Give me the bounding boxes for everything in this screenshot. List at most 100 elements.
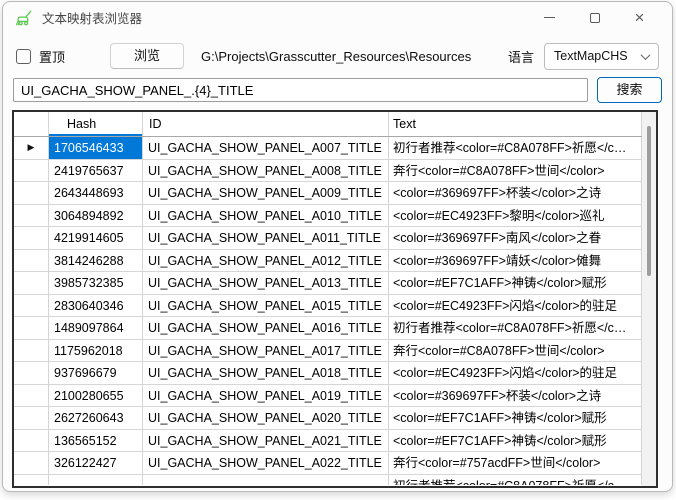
row-selector-cell[interactable] <box>14 362 49 384</box>
text-cell[interactable]: <color=#EF7C1AFF>神铸</color>赋形 <box>389 430 642 452</box>
text-cell[interactable]: <color=#369697FF>靖妖</color>傩舞 <box>389 250 642 272</box>
row-selector-cell[interactable] <box>14 430 49 452</box>
checkbox-box[interactable] <box>16 49 31 64</box>
id-cell[interactable]: UI_GACHA_SHOW_PANEL_A018_TITLE <box>143 362 389 384</box>
id-cell[interactable]: UI_GACHA_SHOW_PANEL_A017_TITLE <box>143 340 389 362</box>
text-cell[interactable]: <color=#EF7C1AFF>神铸</color>赋形 <box>389 407 642 429</box>
table-row[interactable]: 4219914605 UI_GACHA_SHOW_PANEL_A011_TITL… <box>14 227 656 250</box>
text-cell[interactable]: 奔行<color=#757acdFF>世间</color> <box>389 452 642 474</box>
hash-cell[interactable]: 3985732385 <box>49 272 143 294</box>
scrollbar-thumb[interactable] <box>647 126 651 276</box>
text-cell[interactable]: 初行者推荐<color=#C8A078FF>祈愿</c… <box>389 475 642 485</box>
hash-cell[interactable] <box>49 475 143 485</box>
row-selector-cell[interactable] <box>14 452 49 474</box>
column-header-hash[interactable]: Hash <box>49 112 143 136</box>
minimize-button[interactable] <box>527 2 572 33</box>
row-selector-cell[interactable] <box>14 385 49 407</box>
hash-cell[interactable]: 3814246288 <box>49 250 143 272</box>
table-row[interactable]: 1489097864 UI_GACHA_SHOW_PANEL_A016_TITL… <box>14 317 656 340</box>
id-cell[interactable]: UI_GACHA_SHOW_PANEL_A010_TITLE <box>143 205 389 227</box>
row-selector-cell[interactable] <box>14 160 49 182</box>
hash-cell[interactable]: 2830640346 <box>49 295 143 317</box>
id-cell[interactable]: UI_GACHA_SHOW_PANEL_A020_TITLE <box>143 407 389 429</box>
table-row[interactable]: 3064894892 UI_GACHA_SHOW_PANEL_A010_TITL… <box>14 205 656 228</box>
grasscutter-logo-icon <box>14 8 34 28</box>
search-input[interactable] <box>13 78 588 102</box>
table-row[interactable]: ▶ 1706546433 UI_GACHA_SHOW_PANEL_A007_TI… <box>14 137 656 160</box>
row-selector-cell[interactable] <box>14 272 49 294</box>
browse-button[interactable]: 浏览 <box>110 43 184 69</box>
text-cell[interactable]: 奔行<color=#C8A078FF>世间</color> <box>389 340 642 362</box>
table-row[interactable]: 2643448693 UI_GACHA_SHOW_PANEL_A009_TITL… <box>14 182 656 205</box>
id-cell[interactable]: UI_GACHA_SHOW_PANEL_A016_TITLE <box>143 317 389 339</box>
close-button[interactable]: × <box>617 2 662 33</box>
hash-cell[interactable]: 4219914605 <box>49 227 143 249</box>
hash-cell[interactable]: 1489097864 <box>49 317 143 339</box>
row-selector-cell[interactable] <box>14 407 49 429</box>
id-cell[interactable] <box>143 475 389 485</box>
row-selector-cell[interactable] <box>14 475 49 485</box>
column-header-id[interactable]: ID <box>143 112 389 136</box>
id-cell[interactable]: UI_GACHA_SHOW_PANEL_A008_TITLE <box>143 160 389 182</box>
table-row[interactable]: 2627260643 UI_GACHA_SHOW_PANEL_A020_TITL… <box>14 407 656 430</box>
toolbar: 置顶 浏览 G:\Projects\Grasscutter_Resources\… <box>3 42 672 70</box>
column-header-text[interactable]: Text <box>389 112 642 136</box>
hash-cell[interactable]: 326122427 <box>49 452 143 474</box>
hash-cell[interactable]: 1175962018 <box>49 340 143 362</box>
table-header: Hash ID Text <box>14 112 656 137</box>
id-cell[interactable]: UI_GACHA_SHOW_PANEL_A019_TITLE <box>143 385 389 407</box>
row-selector-cell[interactable]: ▶ <box>14 137 49 159</box>
text-cell[interactable]: <color=#EC4923FF>闪焰</color>的驻足 <box>389 295 642 317</box>
table-row[interactable]: 3814246288 UI_GACHA_SHOW_PANEL_A012_TITL… <box>14 250 656 273</box>
row-selector-cell[interactable] <box>14 227 49 249</box>
text-cell[interactable]: <color=#EC4923FF>闪焰</color>的驻足 <box>389 362 642 384</box>
table-row[interactable]: 2419765637 UI_GACHA_SHOW_PANEL_A008_TITL… <box>14 160 656 183</box>
search-button[interactable]: 搜索 <box>597 77 662 103</box>
table-row[interactable]: 136565152 UI_GACHA_SHOW_PANEL_A021_TITLE… <box>14 430 656 453</box>
id-cell[interactable]: UI_GACHA_SHOW_PANEL_A011_TITLE <box>143 227 389 249</box>
hash-cell[interactable]: 2419765637 <box>49 160 143 182</box>
table-row[interactable]: 2830640346 UI_GACHA_SHOW_PANEL_A015_TITL… <box>14 295 656 318</box>
id-cell[interactable]: UI_GACHA_SHOW_PANEL_A022_TITLE <box>143 452 389 474</box>
text-cell[interactable]: 初行者推荐<color=#C8A078FF>祈愿</c… <box>389 317 642 339</box>
text-cell[interactable]: <color=#EC4923FF>黎明</color>巡礼 <box>389 205 642 227</box>
table-row[interactable]: 326122427 UI_GACHA_SHOW_PANEL_A022_TITLE… <box>14 452 656 475</box>
row-selector-cell[interactable] <box>14 317 49 339</box>
table-row[interactable]: 3985732385 UI_GACHA_SHOW_PANEL_A013_TITL… <box>14 272 656 295</box>
id-cell[interactable]: UI_GACHA_SHOW_PANEL_A012_TITLE <box>143 250 389 272</box>
table-row[interactable]: 937696679 UI_GACHA_SHOW_PANEL_A018_TITLE… <box>14 362 656 385</box>
text-cell[interactable]: <color=#369697FF>杯装</color>之诗 <box>389 182 642 204</box>
id-cell[interactable]: UI_GACHA_SHOW_PANEL_A021_TITLE <box>143 430 389 452</box>
row-selector-cell[interactable] <box>14 250 49 272</box>
search-row: 搜索 <box>3 77 672 103</box>
text-cell[interactable]: 奔行<color=#C8A078FF>世间</color> <box>389 160 642 182</box>
hash-cell[interactable]: 1706546433 <box>49 137 143 159</box>
table-row[interactable]: 1175962018 UI_GACHA_SHOW_PANEL_A017_TITL… <box>14 340 656 363</box>
row-selector-cell[interactable] <box>14 182 49 204</box>
text-cell[interactable]: <color=#369697FF>南风</color>之眷 <box>389 227 642 249</box>
row-selector-cell[interactable] <box>14 295 49 317</box>
row-selector-header[interactable] <box>14 112 49 136</box>
hash-cell[interactable]: 937696679 <box>49 362 143 384</box>
hash-cell[interactable]: 2627260643 <box>49 407 143 429</box>
text-cell[interactable]: <color=#369697FF>杯装</color>之诗 <box>389 385 642 407</box>
id-cell[interactable]: UI_GACHA_SHOW_PANEL_A013_TITLE <box>143 272 389 294</box>
row-selector-cell[interactable] <box>14 205 49 227</box>
hash-cell[interactable]: 2100280655 <box>49 385 143 407</box>
pin-on-top-checkbox[interactable]: 置顶 <box>16 47 65 66</box>
id-cell[interactable]: UI_GACHA_SHOW_PANEL_A007_TITLE <box>143 137 389 159</box>
text-cell[interactable]: <color=#EF7C1AFF>神铸</color>赋形 <box>389 272 642 294</box>
vertical-scrollbar[interactable] <box>642 112 656 486</box>
row-selector-cell[interactable] <box>14 340 49 362</box>
pin-on-top-label: 置顶 <box>39 47 65 66</box>
hash-cell[interactable]: 2643448693 <box>49 182 143 204</box>
maximize-button[interactable] <box>572 2 617 33</box>
table-row[interactable]: 2100280655 UI_GACHA_SHOW_PANEL_A019_TITL… <box>14 385 656 408</box>
table-row[interactable]: 初行者推荐<color=#C8A078FF>祈愿</c… <box>14 475 656 485</box>
id-cell[interactable]: UI_GACHA_SHOW_PANEL_A015_TITLE <box>143 295 389 317</box>
language-select[interactable]: TextMapCHS <box>544 43 659 70</box>
text-cell[interactable]: 初行者推荐<color=#C8A078FF>祈愿</c… <box>389 137 642 159</box>
hash-cell[interactable]: 136565152 <box>49 430 143 452</box>
id-cell[interactable]: UI_GACHA_SHOW_PANEL_A009_TITLE <box>143 182 389 204</box>
hash-cell[interactable]: 3064894892 <box>49 205 143 227</box>
